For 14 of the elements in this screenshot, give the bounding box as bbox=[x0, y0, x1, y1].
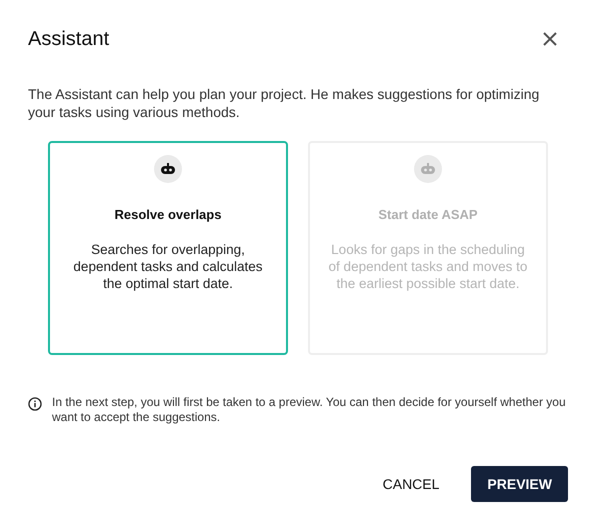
option-description: Searches for overlapping, dependent tasks and calculates the optimal start date. bbox=[72, 240, 264, 292]
option-title: Start date ASAP bbox=[378, 206, 478, 224]
option-title: Resolve overlaps bbox=[114, 206, 222, 224]
preview-button[interactable]: PREVIEW bbox=[471, 466, 568, 502]
option-description: Looks for gaps in the scheduling of dependent tasks and moves to the earliest possible start date. bbox=[328, 240, 528, 292]
cancel-button[interactable]: CANCEL bbox=[376, 466, 446, 502]
option-card[interactable]: Resolve overlaps Searches for overlapping, dependent tasks and calculates the optimal start date. bbox=[48, 141, 288, 355]
intro-text: The Assistant can help you plan your project. He makes suggestions for optimizing your tasks using various methods. bbox=[28, 85, 540, 121]
info-icon bbox=[28, 397, 42, 411]
info-text: In the next step, you will first be taken to a preview. You can then decide for yourself whether you want to accept the suggestions. bbox=[52, 395, 567, 425]
robot-icon bbox=[154, 155, 182, 183]
robot-icon bbox=[414, 155, 442, 183]
close-icon[interactable] bbox=[542, 31, 558, 47]
dialog-title: Assistant bbox=[28, 27, 110, 52]
